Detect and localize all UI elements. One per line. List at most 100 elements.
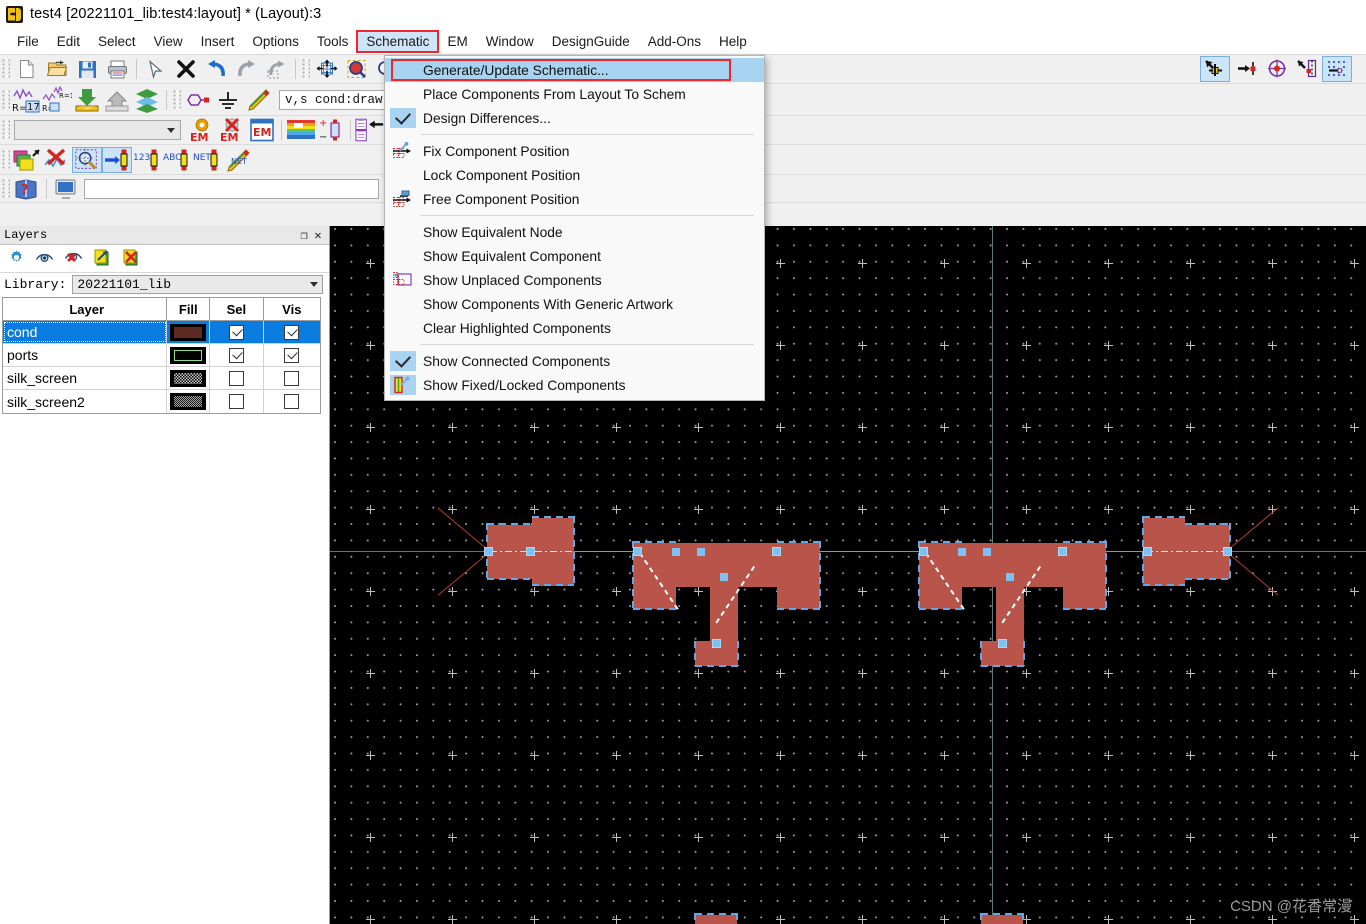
layer-vis-checkbox[interactable] — [264, 321, 320, 343]
snap-to-icon[interactable] — [1200, 56, 1230, 82]
delete-icon[interactable] — [171, 56, 201, 82]
menu-view[interactable]: View — [145, 31, 192, 52]
polygon-port-icon[interactable] — [183, 87, 213, 113]
menu-options[interactable]: Options — [243, 31, 308, 52]
param-sweep-icon[interactable]: R= R=17 — [42, 86, 72, 113]
toolbar-grip[interactable] — [2, 178, 10, 199]
insert-circle-port-icon[interactable] — [1262, 56, 1292, 82]
layer-fill-swatch[interactable] — [167, 321, 211, 343]
resistor-sweep-icon[interactable]: R= 17 — [12, 87, 42, 113]
eye-hide-icon[interactable] — [64, 249, 83, 268]
tee2-right-pad[interactable] — [1063, 543, 1106, 609]
menuitem-show-equivalent-node[interactable]: Show Equivalent Node — [385, 220, 764, 244]
menuitem-generate-update-schematic[interactable]: Generate/Update Schematic... — [385, 58, 764, 82]
toolbar-grip[interactable] — [302, 59, 310, 79]
menu-file[interactable]: File — [8, 31, 48, 52]
tee1-right-pad[interactable] — [777, 543, 820, 609]
find-component-icon[interactable] — [72, 146, 102, 173]
layer-vis-checkbox[interactable] — [264, 390, 320, 413]
menuitem-free-component-position[interactable]: Free Component Position — [385, 187, 764, 211]
layer-sel-checkbox[interactable] — [210, 390, 264, 413]
table-row[interactable]: cond — [3, 321, 320, 344]
port-handle[interactable] — [633, 547, 642, 556]
menuitem-show-unplaced-components[interactable]: Show Unplaced Components — [385, 268, 764, 292]
toolbar-grip[interactable] — [2, 89, 10, 110]
em-setup-icon[interactable]: EM — [187, 117, 217, 143]
table-row[interactable]: silk_screen — [3, 367, 320, 390]
menuitem-show-fixed-locked-components[interactable]: Show Fixed/Locked Components — [385, 373, 764, 397]
pin-handle[interactable] — [720, 573, 728, 581]
layer-fill-swatch[interactable] — [167, 390, 211, 413]
menuitem-show-connected-components[interactable]: Show Connected Components — [385, 349, 764, 373]
library-select[interactable]: 20221101_lib — [72, 274, 323, 294]
menu-help[interactable]: Help — [710, 31, 756, 52]
menuitem-show-components-generic-artwork[interactable]: Show Components With Generic Artwork — [385, 292, 764, 316]
menuitem-place-components-from-layout[interactable]: Place Components From Layout To Schem — [385, 82, 764, 106]
toolbar-grip[interactable] — [2, 149, 10, 170]
menu-em[interactable]: EM — [438, 31, 476, 52]
toolbar-grip[interactable] — [2, 59, 10, 79]
table-row[interactable]: ports — [3, 344, 320, 367]
pin-handle[interactable] — [1006, 573, 1014, 581]
pin-abc-icon[interactable]: ABC — [162, 147, 192, 173]
menuitem-design-differences[interactable]: Design Differences... — [385, 106, 764, 130]
layer-entry-field[interactable]: v,s cond:draw: — [279, 89, 392, 110]
redo-icon[interactable] — [231, 56, 261, 82]
menu-designguide[interactable]: DesignGuide — [543, 31, 639, 52]
port-handle[interactable] — [772, 547, 781, 556]
table-row[interactable]: silk_screen2 — [3, 390, 320, 413]
menuitem-lock-component-position[interactable]: Lock Component Position — [385, 163, 764, 187]
gear-icon[interactable] — [8, 249, 25, 269]
snap-pin-icon[interactable] — [1292, 56, 1322, 82]
print-icon[interactable] — [102, 56, 132, 82]
layer-fill-swatch[interactable] — [167, 344, 211, 366]
net-pencil-icon[interactable]: NET — [222, 147, 252, 173]
repeat-icon[interactable] — [261, 56, 291, 82]
menu-tools[interactable]: Tools — [308, 31, 358, 52]
menuitem-show-equivalent-component[interactable]: Show Equivalent Component — [385, 244, 764, 268]
undo-icon[interactable] — [201, 56, 231, 82]
port-handle[interactable] — [712, 639, 721, 648]
port-handle[interactable] — [998, 639, 1007, 648]
pin-arrow-icon[interactable] — [102, 146, 132, 173]
menu-insert[interactable]: Insert — [192, 31, 244, 52]
port-handle[interactable] — [1143, 547, 1152, 556]
menuitem-fix-component-position[interactable]: Fix Component Position — [385, 139, 764, 163]
layer-sel-checkbox[interactable] — [210, 367, 264, 389]
substrate-icon[interactable] — [286, 117, 316, 143]
export-layer-red-icon[interactable] — [122, 248, 141, 269]
menuitem-clear-highlighted-components[interactable]: Clear Highlighted Components — [385, 316, 764, 340]
help-book-icon[interactable]: ? — [12, 176, 42, 202]
monitor-icon[interactable] — [51, 176, 81, 202]
menu-add-ons[interactable]: Add-Ons — [639, 31, 710, 52]
export-layer-green-icon[interactable] — [93, 248, 112, 269]
pin-123-icon[interactable]: 123 — [132, 147, 162, 173]
layout-to-schem-icon[interactable] — [355, 117, 385, 143]
em-cockpit-icon[interactable]: EM — [247, 117, 277, 143]
merge-layer-icon[interactable] — [132, 87, 162, 113]
clear-highlight-icon[interactable] — [42, 147, 72, 173]
open-icon[interactable] — [42, 56, 72, 82]
em-setup-combo[interactable] — [14, 120, 181, 140]
layer-sel-checkbox[interactable] — [210, 321, 264, 343]
eye-show-icon[interactable] — [35, 250, 54, 268]
port-handle[interactable] — [919, 547, 928, 556]
layer-fill-swatch[interactable] — [167, 367, 211, 389]
port-handle[interactable] — [1058, 547, 1067, 556]
move-icon[interactable] — [312, 56, 342, 82]
layer-sel-checkbox[interactable] — [210, 344, 264, 366]
insert-pin-icon[interactable] — [1232, 56, 1262, 82]
em-stop-icon[interactable]: EM — [217, 117, 247, 143]
command-input[interactable] — [84, 178, 379, 199]
zoom-area-icon[interactable] — [342, 56, 372, 82]
ground-icon[interactable] — [213, 87, 243, 113]
layer-vis-checkbox[interactable] — [264, 367, 320, 389]
pin-handle[interactable] — [672, 548, 680, 556]
close-icon[interactable]: ✕ — [311, 228, 325, 243]
wire-icon[interactable] — [243, 87, 273, 113]
menu-edit[interactable]: Edit — [48, 31, 89, 52]
layers-copy-icon[interactable] — [12, 147, 42, 173]
pin-net-icon[interactable]: NET — [192, 147, 222, 173]
menu-select[interactable]: Select — [89, 31, 145, 52]
pointer-icon[interactable] — [141, 56, 171, 82]
